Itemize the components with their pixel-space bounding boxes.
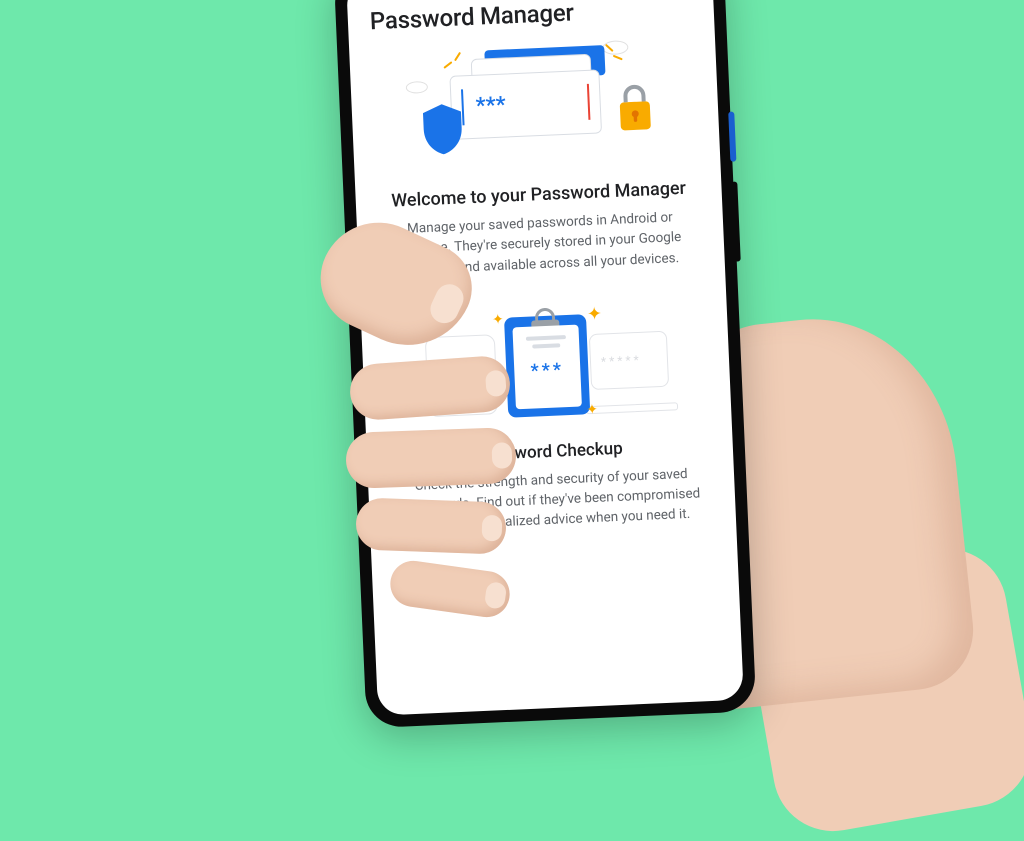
clipboard-icon: *** xyxy=(504,314,590,417)
tablet-outline-icon xyxy=(425,334,498,417)
phone-frame: Password Manager *** xyxy=(334,0,757,728)
shield-icon xyxy=(419,101,467,157)
phone-screen[interactable]: Password Manager *** xyxy=(346,0,744,716)
clipboard-masked-password: *** xyxy=(530,359,564,381)
volume-button xyxy=(731,181,740,261)
welcome-description: Manage your saved passwords in Android o… xyxy=(379,206,703,281)
masked-password: *** xyxy=(475,95,506,118)
laptop-outline-icon: ***** xyxy=(589,330,669,389)
shield-lock-icon xyxy=(449,360,474,389)
page-title: Password Manager xyxy=(369,0,692,35)
sparkle-icon: ✦ xyxy=(492,312,504,328)
checkup-heading: Password Checkup xyxy=(389,435,712,469)
padlock-icon xyxy=(614,81,656,135)
checkup-description: Check the strength and security of your … xyxy=(390,463,714,538)
sparkle-icon: ✦ xyxy=(586,303,602,325)
welcome-heading: Welcome to your Password Manager xyxy=(377,177,700,212)
power-button xyxy=(728,112,736,162)
sparkle-icon: ✦ xyxy=(586,402,598,418)
welcome-illustration: *** xyxy=(402,37,667,178)
checkup-illustration: ***** *** ✦ ✦ ✦ xyxy=(413,290,678,431)
password-card-icon: *** xyxy=(449,69,602,139)
